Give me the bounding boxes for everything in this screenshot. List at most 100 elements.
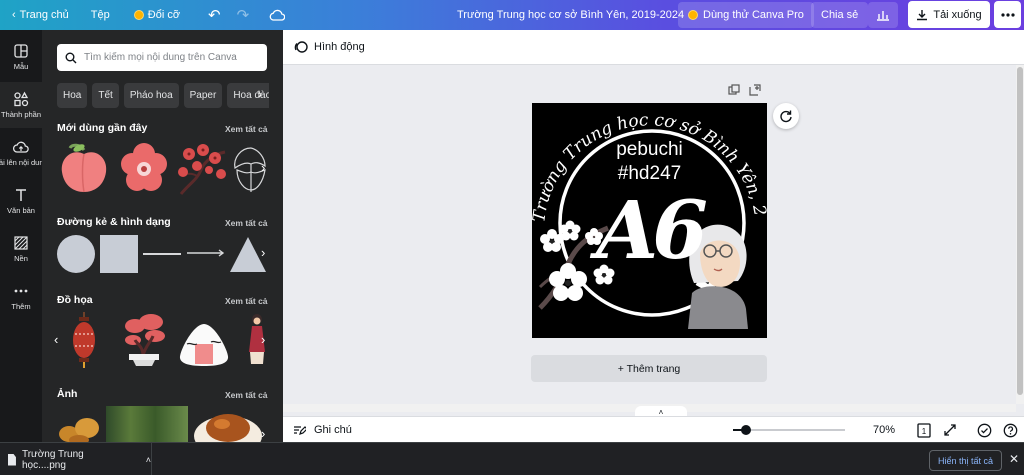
undo-icon: ↶ xyxy=(208,7,221,24)
fullscreen-button[interactable] xyxy=(941,421,959,439)
share-button[interactable]: Chia sẻ xyxy=(811,2,869,28)
more-options-button[interactable] xyxy=(994,1,1021,28)
downloaded-file-name: Trường Trung học....png xyxy=(21,448,84,471)
home-button[interactable]: ‹ Trang chủ xyxy=(6,0,75,30)
duplicate-page-icon[interactable] xyxy=(728,84,740,96)
chip-phao-hoa[interactable]: Pháo hoa xyxy=(123,83,179,108)
zoom-level[interactable]: 70% xyxy=(873,424,895,436)
bonsai-graphic[interactable] xyxy=(121,312,167,368)
bar-chart-icon xyxy=(877,11,889,21)
pages-icon: 1 xyxy=(917,422,931,438)
text-icon xyxy=(16,189,26,201)
chevron-right-icon[interactable]: › xyxy=(261,160,265,175)
download-button[interactable]: Tải xuống xyxy=(908,1,990,28)
add-page-icon[interactable] xyxy=(749,84,761,96)
peach-graphic[interactable] xyxy=(60,140,108,196)
add-page-button[interactable]: + Thêm trang xyxy=(531,355,767,382)
download-shelf: Trường Trung học....png ˄ Hiển thị tất c… xyxy=(0,442,1024,475)
resize-label: Đổi cỡ xyxy=(147,9,181,21)
recent-row xyxy=(57,140,269,196)
chevron-right-icon[interactable]: › xyxy=(261,426,265,441)
rail-label: Thành phần xyxy=(0,110,42,119)
vertical-scrollbar[interactable] xyxy=(1016,65,1024,404)
cloud-save-button[interactable] xyxy=(263,0,291,30)
check-circle-icon xyxy=(977,423,991,437)
chevron-right-icon[interactable]: › xyxy=(261,332,265,347)
document-title[interactable]: Trường Trung học cơ sở Bình Yên, 2019-20… xyxy=(457,0,684,30)
home-label: Trang chủ xyxy=(19,9,69,21)
context-toolbar: Hình động xyxy=(283,30,1024,65)
rail-item-templates[interactable]: Mẫu xyxy=(0,34,42,80)
file-menu-button[interactable]: Tệp xyxy=(85,0,116,30)
crown-icon xyxy=(133,10,144,20)
share-label: Chia sẻ xyxy=(821,9,859,21)
search-box[interactable] xyxy=(57,44,267,71)
section-title-photos: Ảnh xyxy=(57,388,78,400)
insights-button[interactable] xyxy=(868,2,898,28)
section-title-lines-shapes: Đường kẻ & hình dạng xyxy=(57,216,171,228)
design-text-class: A6 xyxy=(596,183,708,277)
more-icon xyxy=(14,289,28,293)
section-title-recent: Mới dùng gần đây xyxy=(57,122,148,134)
notes-label: Ghi chú xyxy=(314,423,352,436)
expand-icon xyxy=(944,424,956,436)
lantern-graphic[interactable] xyxy=(71,312,97,368)
rail-item-text[interactable]: Văn bản xyxy=(0,178,42,224)
bamboo-photo[interactable] xyxy=(106,406,188,442)
top-bar: ‹ Trang chủ Tệp Đổi cỡ ↶ ↷ Trường Trung … xyxy=(0,0,1024,30)
page-count-button[interactable]: 1 xyxy=(915,421,933,439)
arrow-line-shape[interactable] xyxy=(186,248,226,258)
rail-item-more[interactable]: Thêm xyxy=(0,274,42,320)
chip-tet[interactable]: Tết xyxy=(92,83,119,108)
zoom-slider[interactable] xyxy=(733,425,845,435)
rail-label: Mẫu xyxy=(13,62,29,71)
shapes-row xyxy=(57,233,269,273)
design-text-name: pebuchi xyxy=(616,139,683,160)
chip-hoa-dao[interactable]: Hoa đào xyxy=(227,83,269,108)
zoom-slider-handle[interactable] xyxy=(741,425,752,435)
close-icon[interactable]: ✕ xyxy=(1009,452,1019,466)
section-title-graphics: Đồ họa xyxy=(57,294,93,306)
search-input[interactable] xyxy=(84,52,254,63)
see-all-recent-link[interactable]: Xem tất cả xyxy=(225,124,268,134)
cherry-branch-graphic[interactable] xyxy=(175,140,229,196)
background-icon xyxy=(14,236,28,250)
rice-ball-graphic[interactable] xyxy=(177,312,231,368)
rail-item-background[interactable]: Nền xyxy=(0,226,42,272)
try-pro-button[interactable]: Dùng thử Canva Pro xyxy=(678,2,814,28)
notes-button[interactable]: Ghi chú xyxy=(293,424,352,436)
bottom-bar: Ghi chú 70% 1 xyxy=(283,416,1024,442)
downloaded-file[interactable]: Trường Trung học....png ˄ xyxy=(6,443,152,475)
chip-hoa[interactable]: Hoa xyxy=(57,83,88,108)
help-button[interactable] xyxy=(1001,421,1019,439)
animate-button[interactable]: Hình động xyxy=(314,41,365,53)
chevron-up-icon[interactable]: ˄ xyxy=(146,455,151,465)
red-flower-graphic[interactable] xyxy=(118,140,170,196)
regenerate-button[interactable] xyxy=(773,103,799,129)
chip-paper[interactable]: Paper xyxy=(183,83,223,108)
circle-shape[interactable] xyxy=(57,235,95,273)
animate-icon xyxy=(294,41,308,53)
dish-photo[interactable] xyxy=(192,406,264,442)
template-icon xyxy=(14,44,28,58)
chevron-right-icon[interactable]: › xyxy=(261,245,265,260)
line-shape[interactable] xyxy=(143,253,181,255)
chevron-right-icon[interactable]: › xyxy=(258,87,262,101)
check-button[interactable] xyxy=(975,421,993,439)
see-all-shapes-link[interactable]: Xem tất cả xyxy=(225,218,268,228)
design-page[interactable]: Trường Trung học cơ sở Bình Yên, 2019-20… xyxy=(532,103,767,338)
show-all-button[interactable]: Hiển thị tất cả xyxy=(929,450,1002,471)
see-all-graphics-link[interactable]: Xem tất cả xyxy=(225,296,268,306)
see-all-photos-link[interactable]: Xem tất cả xyxy=(225,390,268,400)
food-photo[interactable] xyxy=(57,406,103,442)
rail-label: Nền xyxy=(14,254,28,263)
undo-button[interactable]: ↶ xyxy=(202,0,227,30)
category-chips: Hoa Tết Pháo hoa Paper Hoa đào xyxy=(57,83,269,109)
rail-item-uploads[interactable]: Tải lên nội dung xyxy=(0,130,42,176)
square-shape[interactable] xyxy=(100,235,138,273)
resize-button[interactable]: Đổi cỡ xyxy=(128,0,186,30)
rail-item-elements[interactable]: Thành phần xyxy=(0,82,42,128)
scrollbar-thumb[interactable] xyxy=(1017,67,1023,395)
redo-button[interactable]: ↷ xyxy=(231,0,256,30)
download-icon xyxy=(917,9,928,20)
